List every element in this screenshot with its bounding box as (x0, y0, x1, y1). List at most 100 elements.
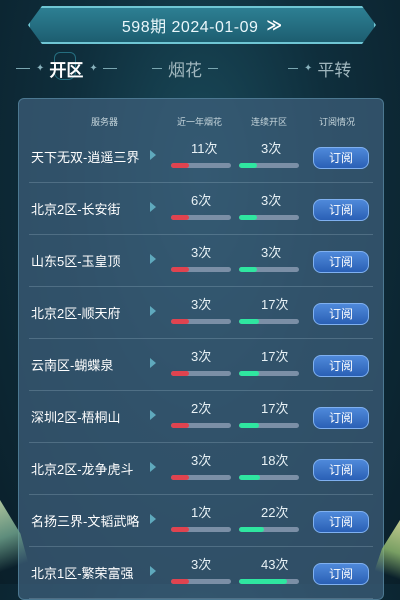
fireworks-bar-fill (171, 267, 189, 272)
table-row[interactable]: 北京2区-顺天府 3次 17次 订阅 (19, 287, 383, 339)
consecutive-count: 17次 (261, 349, 289, 364)
subscribe-button[interactable]: 订阅 (313, 407, 369, 429)
fireworks-count: 2次 (191, 401, 212, 416)
fireworks-bar (171, 527, 231, 532)
consecutive-bar (239, 371, 299, 376)
fireworks-count: 3次 (191, 453, 212, 468)
fireworks-count: 3次 (191, 557, 212, 572)
fireworks-bar-fill (171, 371, 189, 376)
consecutive-bar-fill (239, 215, 257, 220)
subscribe-button[interactable]: 订阅 (313, 355, 369, 377)
server-name[interactable]: 北京2区-顺天府 (31, 303, 121, 322)
double-chevron-right-icon[interactable]: ≫ (266, 16, 282, 34)
fireworks-count: 1次 (191, 505, 212, 520)
table-row[interactable]: 北京2区-长安街 6次 3次 订阅 (19, 183, 383, 235)
consecutive-count: 17次 (261, 401, 289, 416)
subscribe-button[interactable]: 订阅 (313, 251, 369, 273)
fireworks-bar-fill (171, 215, 189, 220)
tab-yanhua-label: 烟花 (168, 61, 202, 80)
consecutive-bar-fill (239, 267, 257, 272)
server-name[interactable]: 名扬三界-文韬武略 (31, 511, 139, 530)
server-table-panel: 服务器 近一年烟花 连续开区 订阅情况 天下无双-逍遥三界 11次 3次 订阅 北京2区… (18, 98, 384, 600)
header-consecutive: 连续开区 (251, 117, 288, 127)
fireworks-bar (171, 371, 231, 376)
caret-right-icon[interactable] (150, 306, 156, 316)
caret-right-icon[interactable] (150, 358, 156, 368)
tab-bar: ✦ 开区 ✦ 烟花 ✦ 平转 (0, 52, 400, 88)
consecutive-bar (239, 215, 299, 220)
tab-pingzhuan[interactable]: ✦ 平转 (288, 56, 351, 81)
table-row[interactable]: 山东5区-玉皇顶 3次 3次 订阅 (19, 235, 383, 287)
issue-label: 598期 2024-01-09 (121, 19, 259, 36)
fireworks-bar (171, 267, 231, 272)
table-row[interactable]: 深圳2区-梧桐山 2次 17次 订阅 (19, 391, 383, 443)
tab-divider-line (16, 68, 30, 69)
table-row[interactable]: 北京1区-繁荣富强 3次 43次 订阅 (19, 547, 383, 599)
table-row[interactable]: 天下无双-逍遥三界 11次 3次 订阅 (19, 131, 383, 183)
consecutive-bar (239, 163, 299, 168)
tab-divider-line (288, 68, 298, 69)
caret-right-icon[interactable] (150, 150, 156, 160)
tab-kaiqu-label: 开区 (49, 61, 84, 80)
sparkle-icon: ✦ (304, 63, 312, 74)
consecutive-bar-fill (239, 319, 259, 324)
consecutive-bar-fill (239, 475, 260, 480)
issue-banner[interactable]: 598期 2024-01-09 ≫ (28, 6, 376, 44)
header-fireworks: 近一年烟花 (177, 117, 223, 127)
subscribe-button[interactable]: 订阅 (313, 303, 369, 325)
fireworks-bar-fill (171, 163, 189, 168)
tab-divider-line (152, 68, 162, 69)
caret-right-icon[interactable] (150, 410, 156, 420)
fireworks-bar-fill (171, 579, 189, 584)
subscribe-button[interactable]: 订阅 (313, 199, 369, 221)
server-name[interactable]: 深圳2区-梧桐山 (31, 407, 121, 426)
consecutive-count: 3次 (261, 141, 282, 156)
fireworks-bar-fill (171, 319, 189, 324)
subscribe-button[interactable]: 订阅 (313, 563, 369, 585)
fireworks-count: 3次 (191, 245, 212, 260)
consecutive-count: 22次 (261, 505, 289, 520)
tab-pingzhuan-label: 平转 (317, 61, 352, 80)
tab-kaiqu[interactable]: ✦ 开区 ✦ (16, 56, 117, 81)
fireworks-bar (171, 423, 231, 428)
consecutive-bar-fill (239, 423, 259, 428)
fireworks-bar (171, 163, 231, 168)
row-divider (29, 598, 373, 599)
fireworks-count: 6次 (191, 193, 212, 208)
consecutive-bar (239, 423, 299, 428)
server-name[interactable]: 北京1区-繁荣富强 (31, 563, 134, 582)
caret-right-icon[interactable] (150, 202, 156, 212)
consecutive-bar-fill (239, 163, 257, 168)
caret-right-icon[interactable] (150, 254, 156, 264)
consecutive-count: 17次 (261, 297, 289, 312)
fireworks-count: 3次 (191, 349, 212, 364)
table-header: 服务器 近一年烟花 连续开区 订阅情况 (19, 109, 383, 129)
tab-divider-line (208, 68, 218, 69)
subscribe-button[interactable]: 订阅 (313, 459, 369, 481)
caret-right-icon[interactable] (150, 462, 156, 472)
table-row[interactable]: 北京2区-龙争虎斗 3次 18次 订阅 (19, 443, 383, 495)
tab-yanhua[interactable]: 烟花 (152, 56, 218, 81)
caret-right-icon[interactable] (150, 566, 156, 576)
server-name[interactable]: 北京2区-龙争虎斗 (31, 459, 134, 478)
server-name[interactable]: 山东5区-玉皇顶 (31, 251, 121, 270)
consecutive-bar-fill (239, 371, 259, 376)
consecutive-count: 18次 (261, 453, 289, 468)
table-row[interactable]: 名扬三界-文韬武略 1次 22次 订阅 (19, 495, 383, 547)
table-row[interactable]: 云南区-蝴蝶泉 3次 17次 订阅 (19, 339, 383, 391)
fireworks-bar (171, 319, 231, 324)
fireworks-bar (171, 475, 231, 480)
consecutive-count: 3次 (261, 245, 282, 260)
subscribe-button[interactable]: 订阅 (313, 511, 369, 533)
sparkle-icon: ✦ (89, 63, 97, 74)
fireworks-count: 3次 (191, 297, 212, 312)
server-name[interactable]: 北京2区-长安街 (31, 199, 121, 218)
header-server: 服务器 (91, 117, 119, 127)
server-name[interactable]: 云南区-蝴蝶泉 (31, 355, 113, 374)
server-name[interactable]: 天下无双-逍遥三界 (31, 147, 139, 166)
caret-right-icon[interactable] (150, 514, 156, 524)
header-subscription: 订阅情况 (319, 117, 356, 127)
consecutive-bar (239, 319, 299, 324)
consecutive-bar (239, 267, 299, 272)
subscribe-button[interactable]: 订阅 (313, 147, 369, 169)
